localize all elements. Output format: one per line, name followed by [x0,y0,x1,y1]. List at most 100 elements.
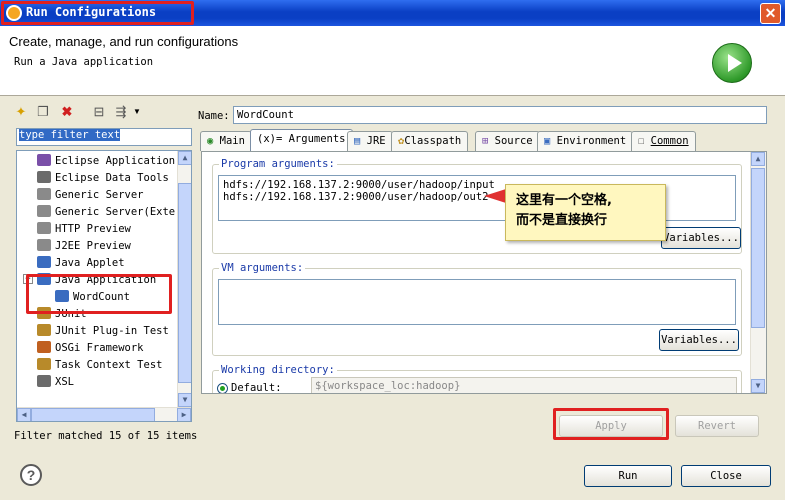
hscroll-thumb[interactable] [31,408,155,421]
junit-icon [37,358,51,370]
eclipse-icon [37,154,51,166]
osgi-icon [37,341,51,353]
scroll-down-icon[interactable]: ▼ [178,393,191,407]
default-label: Default: [231,382,282,394]
panel-scroll-down-icon[interactable]: ▼ [751,379,765,393]
help-icon[interactable]: ? [20,464,42,486]
tab-main[interactable]: ◉ Main [200,131,252,151]
xsl-icon [37,375,51,387]
header-subtitle: Run a Java application [14,56,154,68]
callout-arrow-icon [484,189,506,203]
tab-common[interactable]: ☐ Common [631,131,696,151]
tab-source[interactable]: ⊞ Source [475,131,540,151]
collapse-all-icon[interactable]: ⊟ [90,104,108,120]
name-label: Name: [198,110,230,122]
junit-icon [37,324,51,336]
working-dir-group: Working directory: Default: ${workspace_… [212,364,742,394]
vm-variables-button[interactable]: Variables... [659,329,739,351]
tab-classpath[interactable]: ✿Classpath [391,131,469,151]
panel-scroll-thumb[interactable] [751,168,765,328]
run-button[interactable]: Run [584,465,672,487]
tree-item-label: XSL [55,376,74,388]
chevron-down-icon[interactable]: ▼ [132,104,142,120]
filter-input[interactable]: type filter text [16,128,192,146]
revert-button[interactable]: Revert [675,415,759,437]
filter-status: Filter matched 15 of 15 items [14,430,198,442]
close-dialog-button[interactable]: Close [681,465,771,487]
filter-text: type filter text [19,129,121,141]
panel-scroll-up-icon[interactable]: ▲ [751,152,765,166]
document-icon [37,188,51,200]
scroll-right-icon[interactable]: ▶ [177,408,191,421]
arguments-tab-panel: Program arguments: hdfs://192.168.137.2:… [201,151,767,394]
applet-icon [37,256,51,268]
main-tab-icon: ◉ [207,135,214,147]
tab-arguments-label: (x)= Arguments [257,133,346,145]
tree-item[interactable]: JUnit Plug-in Test [37,323,169,340]
program-variables-button[interactable]: Variables... [661,227,741,249]
tree-item[interactable]: XSL [37,374,74,391]
tree-item-label: Eclipse Application [55,155,176,167]
tree-item-label: Java Applet [55,257,125,269]
tree-horizontal-scrollbar[interactable]: ◀ ▶ [17,407,191,421]
radio-dot [220,386,225,391]
callout-line2: 而不是直接换行 [516,213,608,228]
close-button[interactable]: ✕ [760,3,781,24]
filter-icon[interactable]: ⇶ [112,104,130,120]
new-config-icon[interactable]: ✦ [12,104,30,120]
tree-item-label: Eclipse Data Tools [55,172,169,184]
working-dir-label: Working directory: [219,364,337,376]
tab-jre[interactable]: ▤ JRE [347,131,393,151]
vm-args-group: VM arguments: Variables... [212,262,742,356]
tree-vertical-scrollbar[interactable]: ▲ ▼ [177,151,191,407]
environment-icon: ▣ [544,135,551,147]
tree-item[interactable]: Eclipse Application [37,153,175,170]
highlight-box-title [1,1,194,25]
dialog-header: Create, manage, and run configurations R… [0,26,785,96]
tab-source-label: Source [494,135,533,147]
callout-line1: 这里有一个空格, [516,193,612,208]
tree-item[interactable]: OSGi Framework [37,340,144,357]
highlight-box-apply [553,408,669,440]
scroll-left-icon[interactable]: ◀ [17,408,31,421]
working-dir-field[interactable]: ${workspace_loc:hadoop} [311,377,737,393]
panel-vertical-scrollbar[interactable]: ▲ ▼ [750,152,766,393]
tab-environment[interactable]: ▣ Environment [537,131,634,151]
database-icon [37,171,51,183]
delete-icon[interactable]: ✖ [58,104,76,120]
document-icon [37,222,51,234]
header-title: Create, manage, and run configurations [9,34,239,49]
launch-config-panel: ✦ ❐ ✖ ⊟ ⇶ ▼ type filter text Eclipse App… [8,98,192,450]
source-icon: ⊞ [482,135,489,147]
program-args-label: Program arguments: [219,158,337,170]
duplicate-icon[interactable]: ❐ [34,104,52,120]
jre-icon: ▤ [354,135,361,147]
document-icon [37,239,51,251]
tree-item[interactable]: Task Context Test [37,357,162,374]
tab-classpath-label: Classpath [404,135,462,147]
document-icon [37,205,51,217]
tab-arguments[interactable]: (x)= Arguments [250,129,353,152]
tree-item[interactable]: HTTP Preview [37,221,131,238]
scroll-up-icon[interactable]: ▲ [178,151,191,165]
tab-common-label: Common [650,135,689,147]
highlight-box-java-app [26,274,172,314]
tree-item[interactable]: J2EE Preview [37,238,131,255]
tree-item[interactable]: Generic Server(Exte [37,204,175,221]
tab-main-label: Main [219,135,245,147]
config-editor: Name: WordCount ◉ Main (x)= Arguments ▤ … [195,98,775,450]
vm-args-label: VM arguments: [219,262,306,274]
tree-item-label: Generic Server [55,189,144,201]
tab-jre-label: JRE [366,135,386,147]
default-radio[interactable] [217,383,228,393]
tree-item[interactable]: Java Applet [37,255,125,272]
annotation-callout: 这里有一个空格, 而不是直接换行 [505,184,666,241]
tree-item-label: JUnit Plug-in Test [55,325,169,337]
vm-args-field[interactable] [218,279,736,325]
name-field[interactable]: WordCount [233,106,767,124]
scroll-thumb[interactable] [178,183,191,383]
tree-item-label: J2EE Preview [55,240,131,252]
tree-item-label: OSGi Framework [55,342,144,354]
tree-item[interactable]: Eclipse Data Tools [37,170,169,187]
tree-item[interactable]: Generic Server [37,187,144,204]
